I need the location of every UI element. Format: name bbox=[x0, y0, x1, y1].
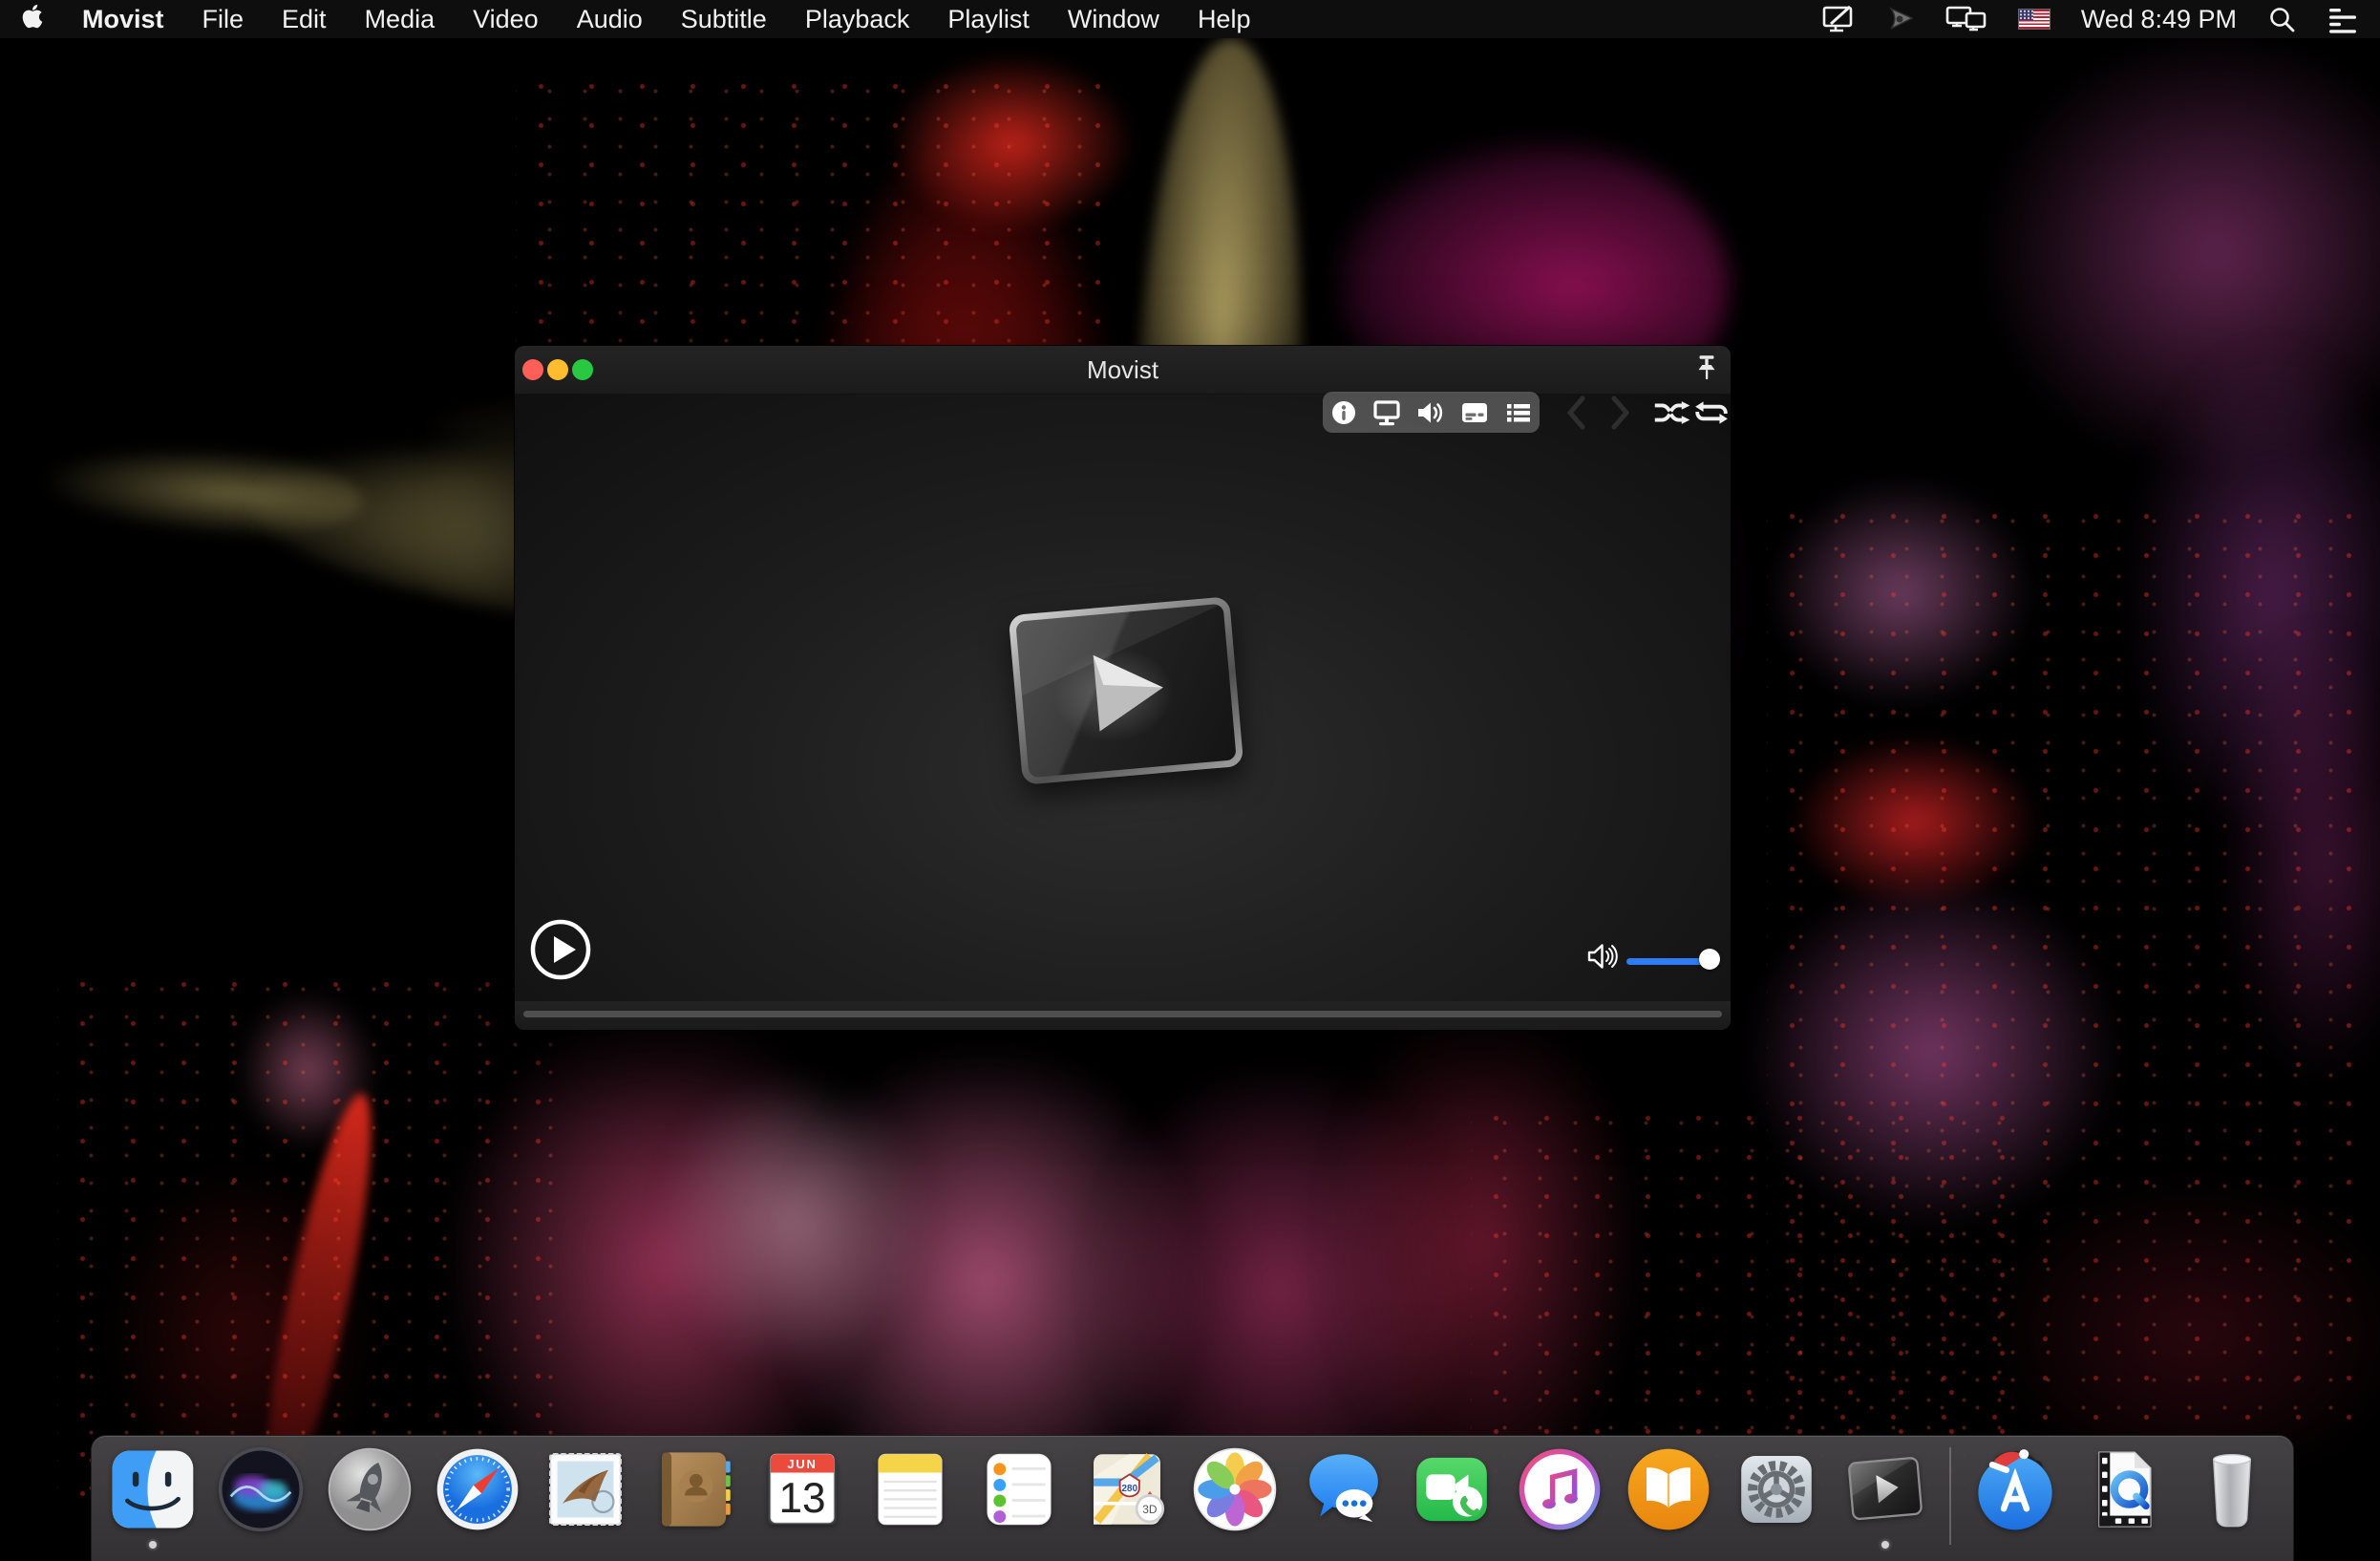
books-icon bbox=[1627, 1448, 1710, 1530]
facetime-icon bbox=[1416, 1457, 1487, 1522]
running-indicator bbox=[1881, 1541, 1889, 1549]
previous-button[interactable] bbox=[1565, 396, 1586, 430]
menu-clock[interactable]: Wed 8:49 PM bbox=[2081, 5, 2237, 34]
pin-icon[interactable] bbox=[1690, 352, 1723, 391]
menu-playback[interactable]: Playback bbox=[805, 5, 910, 34]
calendar-icon: JUN 13 bbox=[768, 1453, 837, 1525]
dock-item-contacts[interactable] bbox=[650, 1445, 738, 1533]
menu-file[interactable]: File bbox=[202, 5, 244, 34]
screen-recording-icon[interactable] bbox=[1821, 5, 1856, 33]
calendar-day: 13 bbox=[779, 1475, 826, 1522]
menu-bar-menus: File Edit Media Video Audio Subtitle Playback P… bbox=[202, 5, 1251, 34]
running-indicator bbox=[149, 1541, 157, 1549]
system-preferences-icon bbox=[1741, 1456, 1812, 1523]
dock-item-notes[interactable] bbox=[866, 1445, 954, 1533]
spotlight-search-icon[interactable] bbox=[2267, 5, 2296, 33]
menu-help[interactable]: Help bbox=[1198, 5, 1251, 34]
menu-playlist[interactable]: Playlist bbox=[947, 5, 1030, 34]
menu-video[interactable]: Video bbox=[473, 5, 539, 34]
dock-item-mail[interactable] bbox=[542, 1445, 629, 1533]
maps-icon: 280 3D bbox=[1094, 1453, 1165, 1525]
menu-subtitle[interactable]: Subtitle bbox=[681, 5, 767, 34]
dock-item-facetime[interactable] bbox=[1408, 1445, 1496, 1533]
dock-item-trash[interactable] bbox=[2188, 1445, 2276, 1533]
play-button[interactable] bbox=[528, 917, 593, 982]
dock-item-messages[interactable] bbox=[1300, 1445, 1388, 1533]
dock-separator bbox=[1948, 1447, 1951, 1545]
menu-app-name[interactable]: Movist bbox=[82, 5, 164, 34]
mail-icon bbox=[549, 1453, 623, 1526]
repeat-button[interactable] bbox=[1693, 399, 1730, 426]
apple-logo-icon bbox=[22, 4, 43, 28]
movist-window: Movist bbox=[515, 346, 1731, 1030]
menu-bar: Movist File Edit Media Video Audio Subtitle Pl… bbox=[0, 0, 2380, 38]
movist-icon bbox=[1847, 1457, 1923, 1521]
apple-menu[interactable] bbox=[21, 3, 44, 36]
dock-item-finder[interactable] bbox=[109, 1445, 197, 1549]
video-screen-icon[interactable] bbox=[1371, 398, 1402, 427]
photos-icon bbox=[1194, 1447, 1277, 1531]
app-store-icon bbox=[1978, 1449, 2052, 1530]
fan-menu-icon[interactable] bbox=[1886, 6, 1915, 32]
launchpad-icon bbox=[328, 1447, 411, 1531]
window-toolbar bbox=[1323, 392, 1540, 433]
dock: JUN 13 280 3D bbox=[91, 1435, 2294, 1561]
dock-item-system-preferences[interactable] bbox=[1732, 1445, 1820, 1533]
movist-placeholder-logo bbox=[1008, 596, 1244, 785]
seek-bar[interactable] bbox=[523, 1011, 1722, 1017]
shuffle-button[interactable] bbox=[1652, 399, 1690, 426]
notes-icon bbox=[878, 1453, 943, 1526]
subtitles-icon[interactable] bbox=[1459, 398, 1490, 427]
siri-icon bbox=[219, 1446, 304, 1532]
displays-icon[interactable] bbox=[1945, 5, 1987, 33]
dock-item-reminders[interactable] bbox=[975, 1445, 1063, 1533]
us-flag-icon[interactable] bbox=[2017, 9, 2051, 30]
dock-item-calendar[interactable]: JUN 13 bbox=[758, 1445, 846, 1533]
dock-item-movist[interactable] bbox=[1841, 1445, 1929, 1549]
finder-icon bbox=[112, 1450, 194, 1529]
trash-icon bbox=[2212, 1453, 2251, 1528]
dock-item-quicktime-document[interactable] bbox=[2080, 1445, 2168, 1533]
dock-item-maps[interactable]: 280 3D bbox=[1083, 1445, 1171, 1533]
dock-item-siri[interactable] bbox=[217, 1445, 305, 1533]
dock-item-photos[interactable] bbox=[1191, 1445, 1279, 1533]
reminders-icon bbox=[987, 1453, 1052, 1526]
menu-edit[interactable]: Edit bbox=[282, 5, 327, 34]
dock-item-safari[interactable] bbox=[434, 1445, 521, 1533]
safari-icon bbox=[436, 1448, 519, 1530]
messages-icon bbox=[1308, 1454, 1378, 1523]
dock-item-books[interactable] bbox=[1625, 1445, 1712, 1533]
maps-3d-label: 3D bbox=[1142, 1503, 1158, 1516]
media-info-icon[interactable] bbox=[1329, 398, 1358, 427]
menu-media[interactable]: Media bbox=[365, 5, 436, 34]
dock-item-app-store[interactable] bbox=[1971, 1445, 2059, 1533]
menu-window[interactable]: Window bbox=[1068, 5, 1159, 34]
volume-icon[interactable] bbox=[1586, 940, 1619, 973]
volume-slider-knob[interactable] bbox=[1699, 949, 1720, 970]
maps-shield-label: 280 bbox=[1121, 1484, 1137, 1494]
quicktime-document-icon bbox=[2097, 1451, 2152, 1528]
playlist-icon[interactable] bbox=[1503, 398, 1534, 427]
calendar-month: JUN bbox=[787, 1457, 817, 1471]
dock-item-itunes[interactable] bbox=[1516, 1445, 1604, 1533]
dock-item-launchpad[interactable] bbox=[326, 1445, 414, 1533]
window-title: Movist bbox=[1086, 355, 1159, 384]
next-button[interactable] bbox=[1610, 396, 1631, 430]
contacts-icon bbox=[661, 1452, 731, 1527]
audio-volume-icon[interactable] bbox=[1415, 398, 1446, 427]
menu-audio[interactable]: Audio bbox=[577, 5, 643, 34]
itunes-icon bbox=[1519, 1448, 1601, 1530]
seek-strip bbox=[515, 1001, 1731, 1030]
notification-center-icon[interactable] bbox=[2327, 5, 2359, 33]
